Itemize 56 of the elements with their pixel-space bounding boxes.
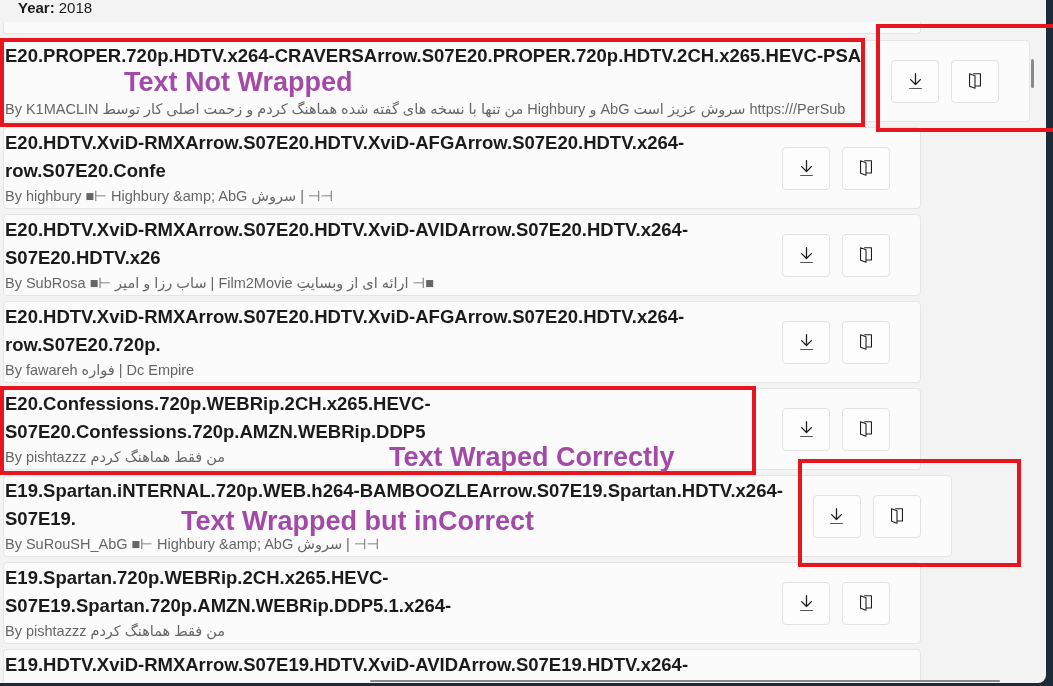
title-line: E20.HDTV.XviD-RMXArrow.S07E20.HDTV.XviD-AFGArrow.S07E20.HDTV.x264- bbox=[5, 305, 685, 329]
download-icon bbox=[908, 72, 922, 90]
open-button[interactable] bbox=[842, 407, 890, 451]
title-line: E20.HDTV.XviD-RMXArrow.S07E20.HDTV.XviD-AFGArrow.S07E20.HDTV.x264- bbox=[5, 131, 685, 155]
download-icon bbox=[830, 507, 844, 525]
door-icon bbox=[860, 247, 872, 263]
result-subtitle: By K1MACLIN من تنها با نسخه های گفته شده هماهنگ کردم و زحمت اصلی کار توسط Highbury و AbG سروش عزیز است https:///PerSub bbox=[5, 100, 846, 118]
download-icon bbox=[799, 159, 813, 177]
scrollbar-thumb[interactable] bbox=[370, 680, 1000, 682]
download-button[interactable] bbox=[782, 233, 830, 277]
download-button[interactable] bbox=[891, 59, 940, 103]
download-icon bbox=[799, 420, 813, 438]
open-button[interactable] bbox=[842, 581, 890, 625]
title-line: S07E19. bbox=[5, 507, 76, 531]
door-icon bbox=[860, 421, 872, 437]
download-button[interactable] bbox=[812, 494, 861, 538]
scrollbar-thumb[interactable] bbox=[1031, 59, 1034, 88]
download-button[interactable] bbox=[782, 146, 830, 190]
year-label: Year: bbox=[18, 0, 55, 18]
title-line: S07E20.Confessions.720p.AMZN.WEBRip.DDP5 bbox=[5, 420, 426, 444]
title-line: S07E19.Spartan.720p.AMZN.WEBRip.DDP5.1.x264- bbox=[5, 594, 452, 618]
door-icon bbox=[860, 334, 872, 350]
result-subtitle: By SubRosa ■⊢ ساب رزا و امیر | Film2Movie ارائه ای از وبسایتِ ⊣■ bbox=[5, 274, 434, 292]
door-icon bbox=[860, 160, 872, 176]
download-button[interactable] bbox=[782, 320, 830, 364]
title-line: E19.Spartan.iNTERNAL.720p.WEB.h264-BAMBOOZLEArrow.S07E19.Spartan.HDTV.x264- bbox=[5, 479, 783, 503]
title-line: E20.PROPER.720p.HDTV.x264-CRAVERSArrow.S07E20.PROPER.720p.HDTV.2CH.x265.HEVC-PSA bbox=[5, 44, 862, 68]
door-icon bbox=[860, 595, 872, 611]
download-icon bbox=[799, 594, 813, 612]
open-button[interactable] bbox=[842, 146, 890, 190]
title-line: row.S07E20.Confe bbox=[5, 159, 166, 183]
annotation-label: Text Not Wrapped bbox=[124, 66, 353, 98]
year-value: 2018 bbox=[58, 0, 93, 18]
download-icon bbox=[799, 333, 813, 351]
download-button[interactable] bbox=[782, 581, 830, 625]
title-line: E20.Confessions.720p.WEBRip.2CH.x265.HEVC- bbox=[5, 392, 431, 416]
download-icon bbox=[799, 246, 813, 264]
open-button[interactable] bbox=[842, 320, 890, 364]
door-icon bbox=[969, 73, 982, 89]
title-line: row.S07E20.720p. bbox=[5, 333, 161, 357]
result-subtitle: By fawareh فواره | Dc Empire bbox=[5, 361, 195, 379]
result-subtitle: By pishtazzz من فقط هماهنگ کردم bbox=[5, 622, 226, 640]
open-button[interactable] bbox=[951, 59, 1000, 103]
download-button[interactable] bbox=[782, 407, 830, 451]
open-button[interactable] bbox=[842, 233, 890, 277]
annotation-label: Text Wraped Correctly bbox=[389, 442, 675, 473]
open-button[interactable] bbox=[872, 494, 921, 538]
result-subtitle: By highbury ■⊢ Highbury &amp; AbG سروش | ⊣⊣ bbox=[5, 187, 334, 205]
door-icon bbox=[890, 508, 903, 524]
title-line: E19.HDTV.XviD-RMXArrow.S07E19.HDTV.XviD-AVIDArrow.S07E19.HDTV.x264- bbox=[5, 653, 689, 677]
title-line: S07E20.HDTV.x26 bbox=[5, 246, 161, 270]
result-subtitle: By pishtazzz من فقط هماهنگ کردم bbox=[5, 448, 226, 466]
annotation-label: Text Wrapped but inCorrect bbox=[181, 505, 535, 537]
title-line: E19.Spartan.720p.WEBRip.2CH.x265.HEVC- bbox=[5, 566, 389, 590]
result-card[interactable]: E19.HDTV.XviD-RMXArrow.S07E19.HDTV.XviD-AVIDArrow.S07E19.HDTV.x264- bbox=[3, 649, 921, 682]
title-line: E20.HDTV.XviD-RMXArrow.S07E20.HDTV.XviD-AVIDArrow.S07E20.HDTV.x264- bbox=[5, 218, 689, 242]
